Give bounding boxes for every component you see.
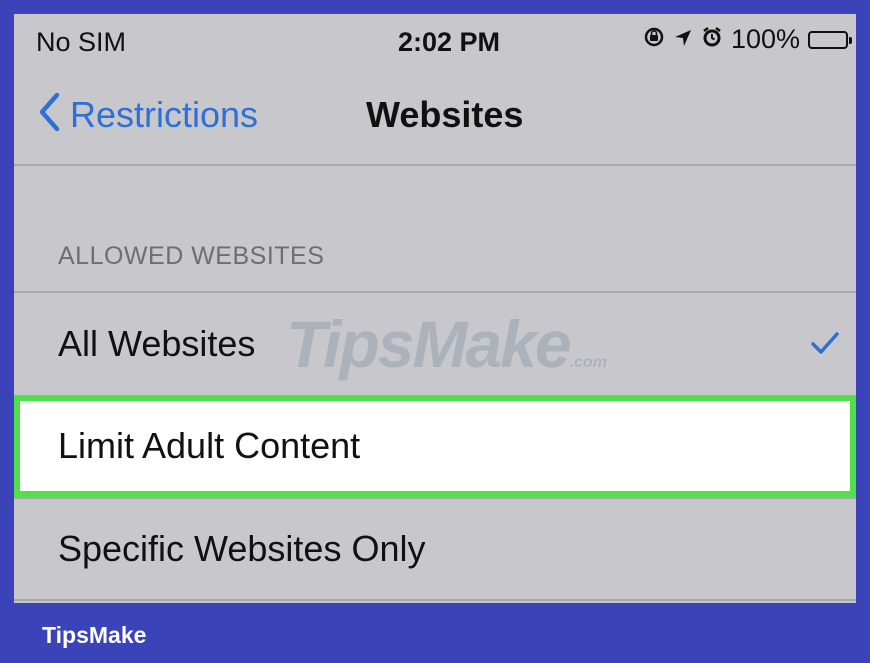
carrier-label: No SIM <box>36 27 127 57</box>
option-label: Limit Adult Content <box>58 425 361 466</box>
status-time: 2:02 PM <box>398 27 501 57</box>
rotation-lock-icon <box>643 24 665 55</box>
back-button-label: Restrictions <box>70 93 259 135</box>
phone-screen: No SIM 2:02 PM 100% Restrictions Website… <box>14 14 856 603</box>
alarm-icon <box>701 24 723 55</box>
battery-icon <box>808 30 852 49</box>
section-header: ALLOWED WEBSITES <box>58 242 325 270</box>
brand-footer: TipsMake <box>0 603 870 663</box>
option-specific-websites-only[interactable]: Specific Websites Only <box>14 497 856 601</box>
chevron-left-icon <box>38 92 60 137</box>
option-label: All Websites <box>58 323 256 364</box>
option-all-websites[interactable]: All Websites <box>14 293 856 395</box>
back-button[interactable]: Restrictions <box>38 92 258 137</box>
page-title: Websites <box>366 94 524 135</box>
navigation-bar: Restrictions Websites <box>14 70 856 166</box>
option-limit-adult-content[interactable]: Limit Adult Content <box>14 395 856 497</box>
checkmark-icon <box>810 331 840 360</box>
status-bar: No SIM 2:02 PM 100% <box>14 14 856 70</box>
brand-label: TipsMake <box>42 622 147 648</box>
status-right-group: 100% <box>643 24 852 55</box>
battery-percent: 100% <box>730 24 800 54</box>
option-label: Specific Websites Only <box>58 528 426 569</box>
location-arrow-icon <box>673 24 693 55</box>
